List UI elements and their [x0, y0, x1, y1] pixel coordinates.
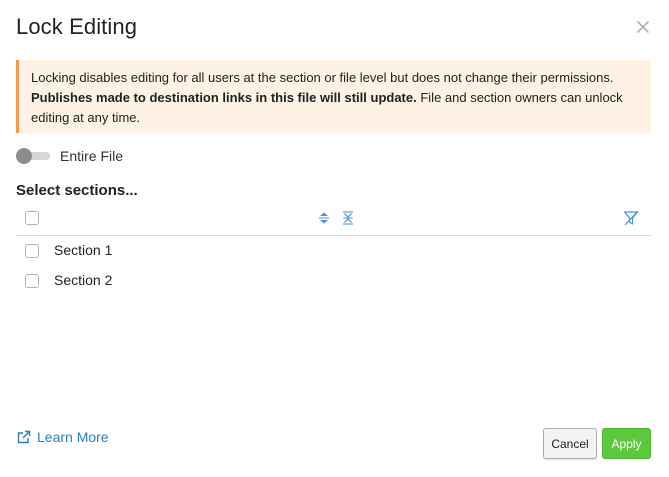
dialog-title: Lock Editing — [16, 14, 138, 39]
info-notice: Locking disables editing for all users a… — [16, 60, 651, 133]
collapse-all-icon[interactable] — [342, 211, 354, 225]
filter-off-icon[interactable] — [623, 210, 639, 226]
apply-button[interactable]: Apply — [602, 428, 651, 459]
section-1-label: Section 1 — [54, 242, 113, 258]
entire-file-label: Entire File — [60, 148, 124, 164]
learn-more-label: Learn More — [37, 429, 109, 445]
select-sections-heading: Select sections... — [16, 182, 138, 199]
section-2-label: Section 2 — [54, 272, 113, 288]
external-link-icon — [17, 430, 31, 444]
section-1-checkbox[interactable] — [25, 244, 39, 258]
learn-more-link[interactable]: Learn More — [17, 429, 109, 445]
close-icon[interactable] — [634, 18, 652, 36]
cancel-button[interactable]: Cancel — [543, 428, 597, 459]
section-2-checkbox[interactable] — [25, 274, 39, 288]
sections-table-header — [16, 205, 651, 236]
select-all-checkbox[interactable] — [25, 211, 39, 225]
notice-bold-text: Publishes made to destination links in t… — [31, 90, 417, 105]
toggle-thumb — [16, 148, 32, 164]
lock-editing-dialog: Lock Editing Locking disables editing fo… — [0, 0, 669, 477]
table-row[interactable]: Section 1 — [16, 236, 651, 266]
entire-file-toggle[interactable] — [16, 148, 50, 164]
sections-table: Section 1 Section 2 — [16, 205, 651, 296]
notice-text: Locking disables editing for all users a… — [31, 70, 614, 85]
entire-file-toggle-row: Entire File — [16, 146, 123, 166]
table-row[interactable]: Section 2 — [16, 266, 651, 296]
expand-all-icon[interactable] — [318, 211, 330, 225]
